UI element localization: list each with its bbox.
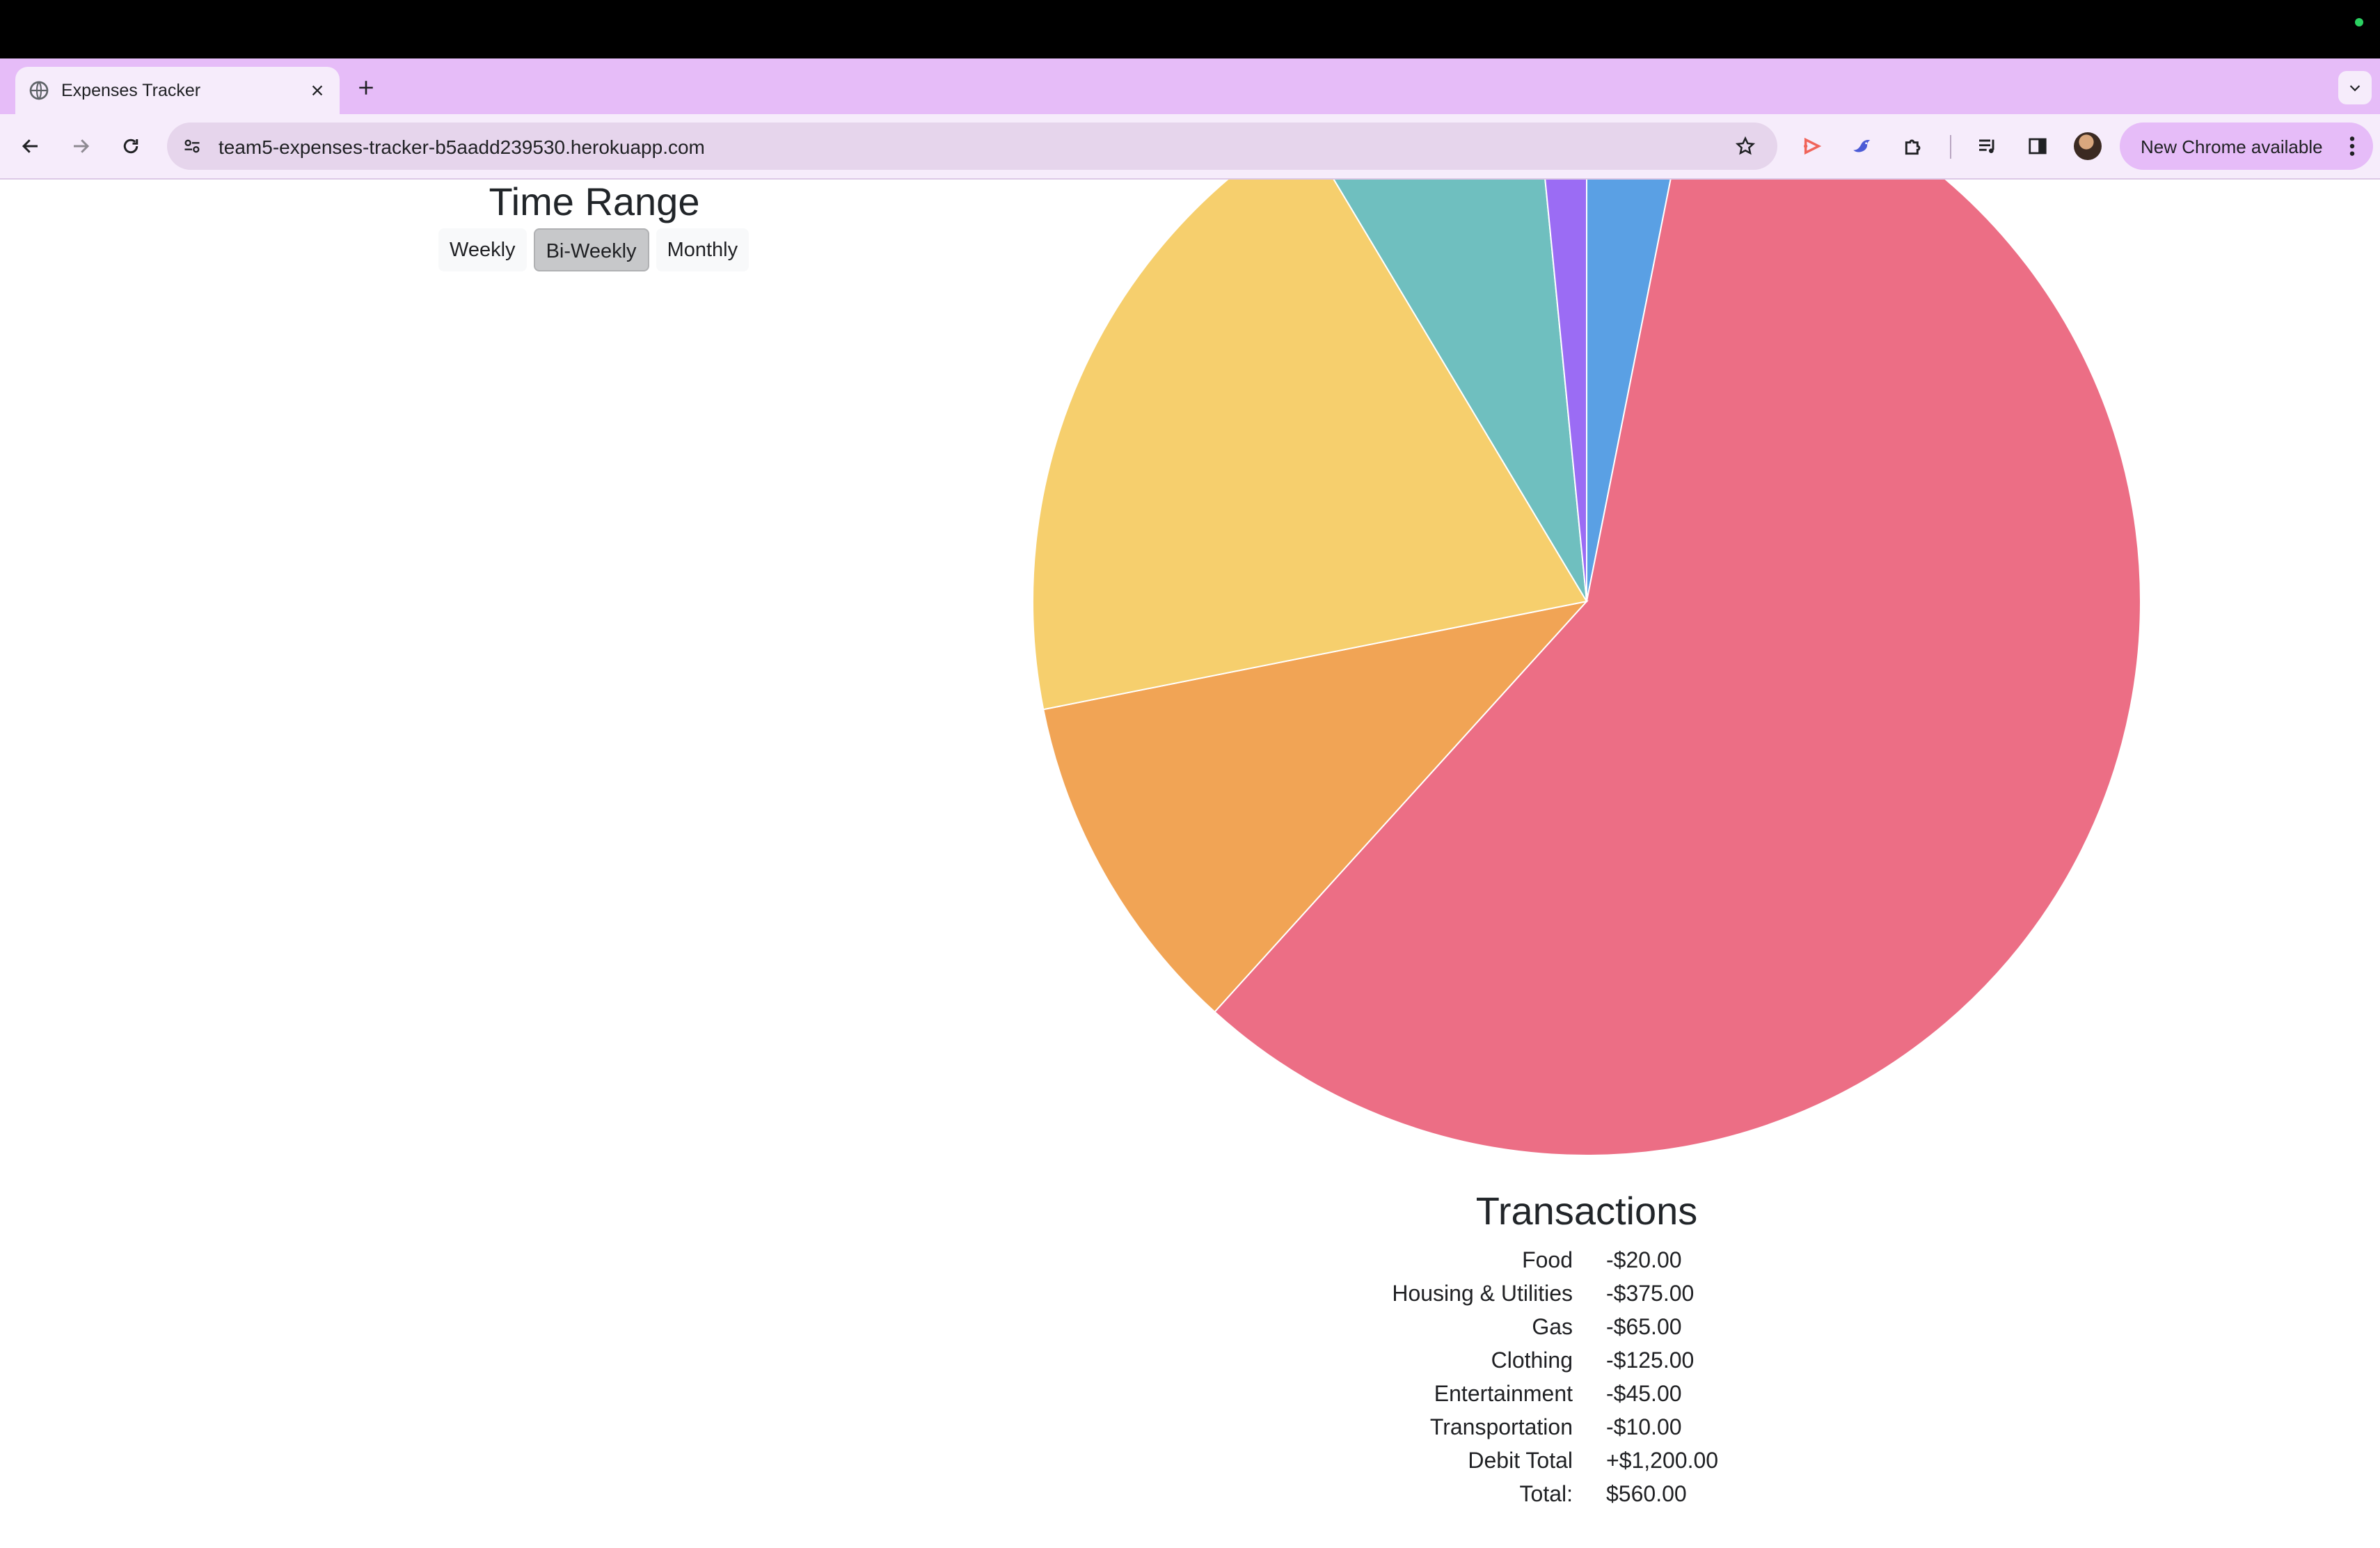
- tab-title: Expenses Tracker: [61, 81, 201, 100]
- transaction-row: Transportation -$10.00: [1350, 1410, 1718, 1444]
- bird-extension-icon[interactable]: [1847, 131, 1878, 161]
- close-icon[interactable]: [305, 78, 330, 103]
- total-amount: $560.00: [1606, 1481, 1687, 1506]
- transaction-row: Gas -$65.00: [1350, 1310, 1718, 1343]
- transaction-category: Food: [1522, 1247, 1573, 1272]
- weekly-button[interactable]: Weekly: [438, 228, 527, 271]
- reload-icon[interactable]: [114, 129, 148, 163]
- new-chrome-available-button[interactable]: New Chrome available: [2120, 123, 2373, 170]
- transactions-table: Food -$20.00 Housing & Utilities -$375.0…: [1350, 1243, 1718, 1510]
- time-range-buttons: Weekly Bi-Weekly Monthly: [438, 228, 749, 271]
- transaction-category: Gas: [1532, 1314, 1573, 1339]
- tune-icon[interactable]: [177, 131, 207, 161]
- side-panel-icon[interactable]: [2022, 131, 2053, 161]
- transaction-category: Housing & Utilities: [1392, 1281, 1573, 1306]
- transaction-category: Transportation: [1429, 1414, 1573, 1439]
- puzzle-icon[interactable]: [1898, 131, 1929, 161]
- transaction-category: Clothing: [1491, 1348, 1573, 1373]
- bi-weekly-button[interactable]: Bi-Weekly: [533, 228, 649, 271]
- transaction-row: Housing & Utilities -$375.00: [1350, 1277, 1718, 1310]
- star-icon[interactable]: [1730, 131, 1761, 161]
- camera-indicator-icon: [2355, 18, 2363, 26]
- profile-avatar[interactable]: [2074, 132, 2102, 160]
- chevron-down-icon[interactable]: [2338, 71, 2372, 104]
- expenses-pie-chart: [1032, 180, 2141, 1156]
- time-range-title: Time Range: [489, 180, 700, 223]
- total-row: Total: $560.00: [1350, 1477, 1718, 1510]
- toolbar-divider: [1950, 135, 1951, 159]
- forward-arrow-icon[interactable]: [64, 129, 97, 163]
- transaction-row: Food -$20.00: [1350, 1243, 1718, 1277]
- os-menu-bar: [0, 0, 2380, 58]
- plus-icon[interactable]: [352, 74, 380, 102]
- back-arrow-icon[interactable]: [14, 129, 47, 163]
- kebab-icon[interactable]: [2345, 132, 2359, 160]
- address-bar[interactable]: team5-expenses-tracker-b5aadd239530.hero…: [167, 123, 1777, 170]
- page-viewport: Time Range Weekly Bi-Weekly Monthly Tran…: [0, 180, 2380, 1548]
- transactions-title: Transactions: [1475, 1189, 1698, 1233]
- globe-icon: [28, 79, 50, 102]
- transaction-amount: -$65.00: [1606, 1314, 1682, 1339]
- new-chrome-available-label: New Chrome available: [2141, 136, 2323, 157]
- play-extension-icon[interactable]: [1797, 131, 1827, 161]
- transaction-category: Entertainment: [1434, 1381, 1573, 1406]
- browser-toolbar: team5-expenses-tracker-b5aadd239530.hero…: [0, 114, 2380, 180]
- tab-strip: Expenses Tracker: [0, 58, 2380, 114]
- media-queue-icon[interactable]: [1972, 131, 2003, 161]
- debit-total-label: Debit Total: [1468, 1448, 1573, 1473]
- url-text[interactable]: team5-expenses-tracker-b5aadd239530.hero…: [219, 136, 705, 159]
- total-label: Total:: [1519, 1481, 1573, 1506]
- transaction-amount: -$45.00: [1606, 1381, 1682, 1406]
- time-range-section: Time Range Weekly Bi-Weekly Monthly: [434, 180, 754, 271]
- debit-total-row: Debit Total +$1,200.00: [1350, 1444, 1718, 1477]
- tab-expenses-tracker[interactable]: Expenses Tracker: [15, 67, 340, 114]
- transaction-row: Entertainment -$45.00: [1350, 1377, 1718, 1410]
- monthly-button[interactable]: Monthly: [656, 228, 749, 271]
- transaction-amount: -$20.00: [1606, 1247, 1682, 1272]
- transaction-amount: -$375.00: [1606, 1281, 1695, 1306]
- transaction-row: Clothing -$125.00: [1350, 1343, 1718, 1377]
- transaction-amount: -$10.00: [1606, 1414, 1682, 1439]
- transaction-amount: -$125.00: [1606, 1348, 1695, 1373]
- debit-total-amount: +$1,200.00: [1606, 1448, 1719, 1473]
